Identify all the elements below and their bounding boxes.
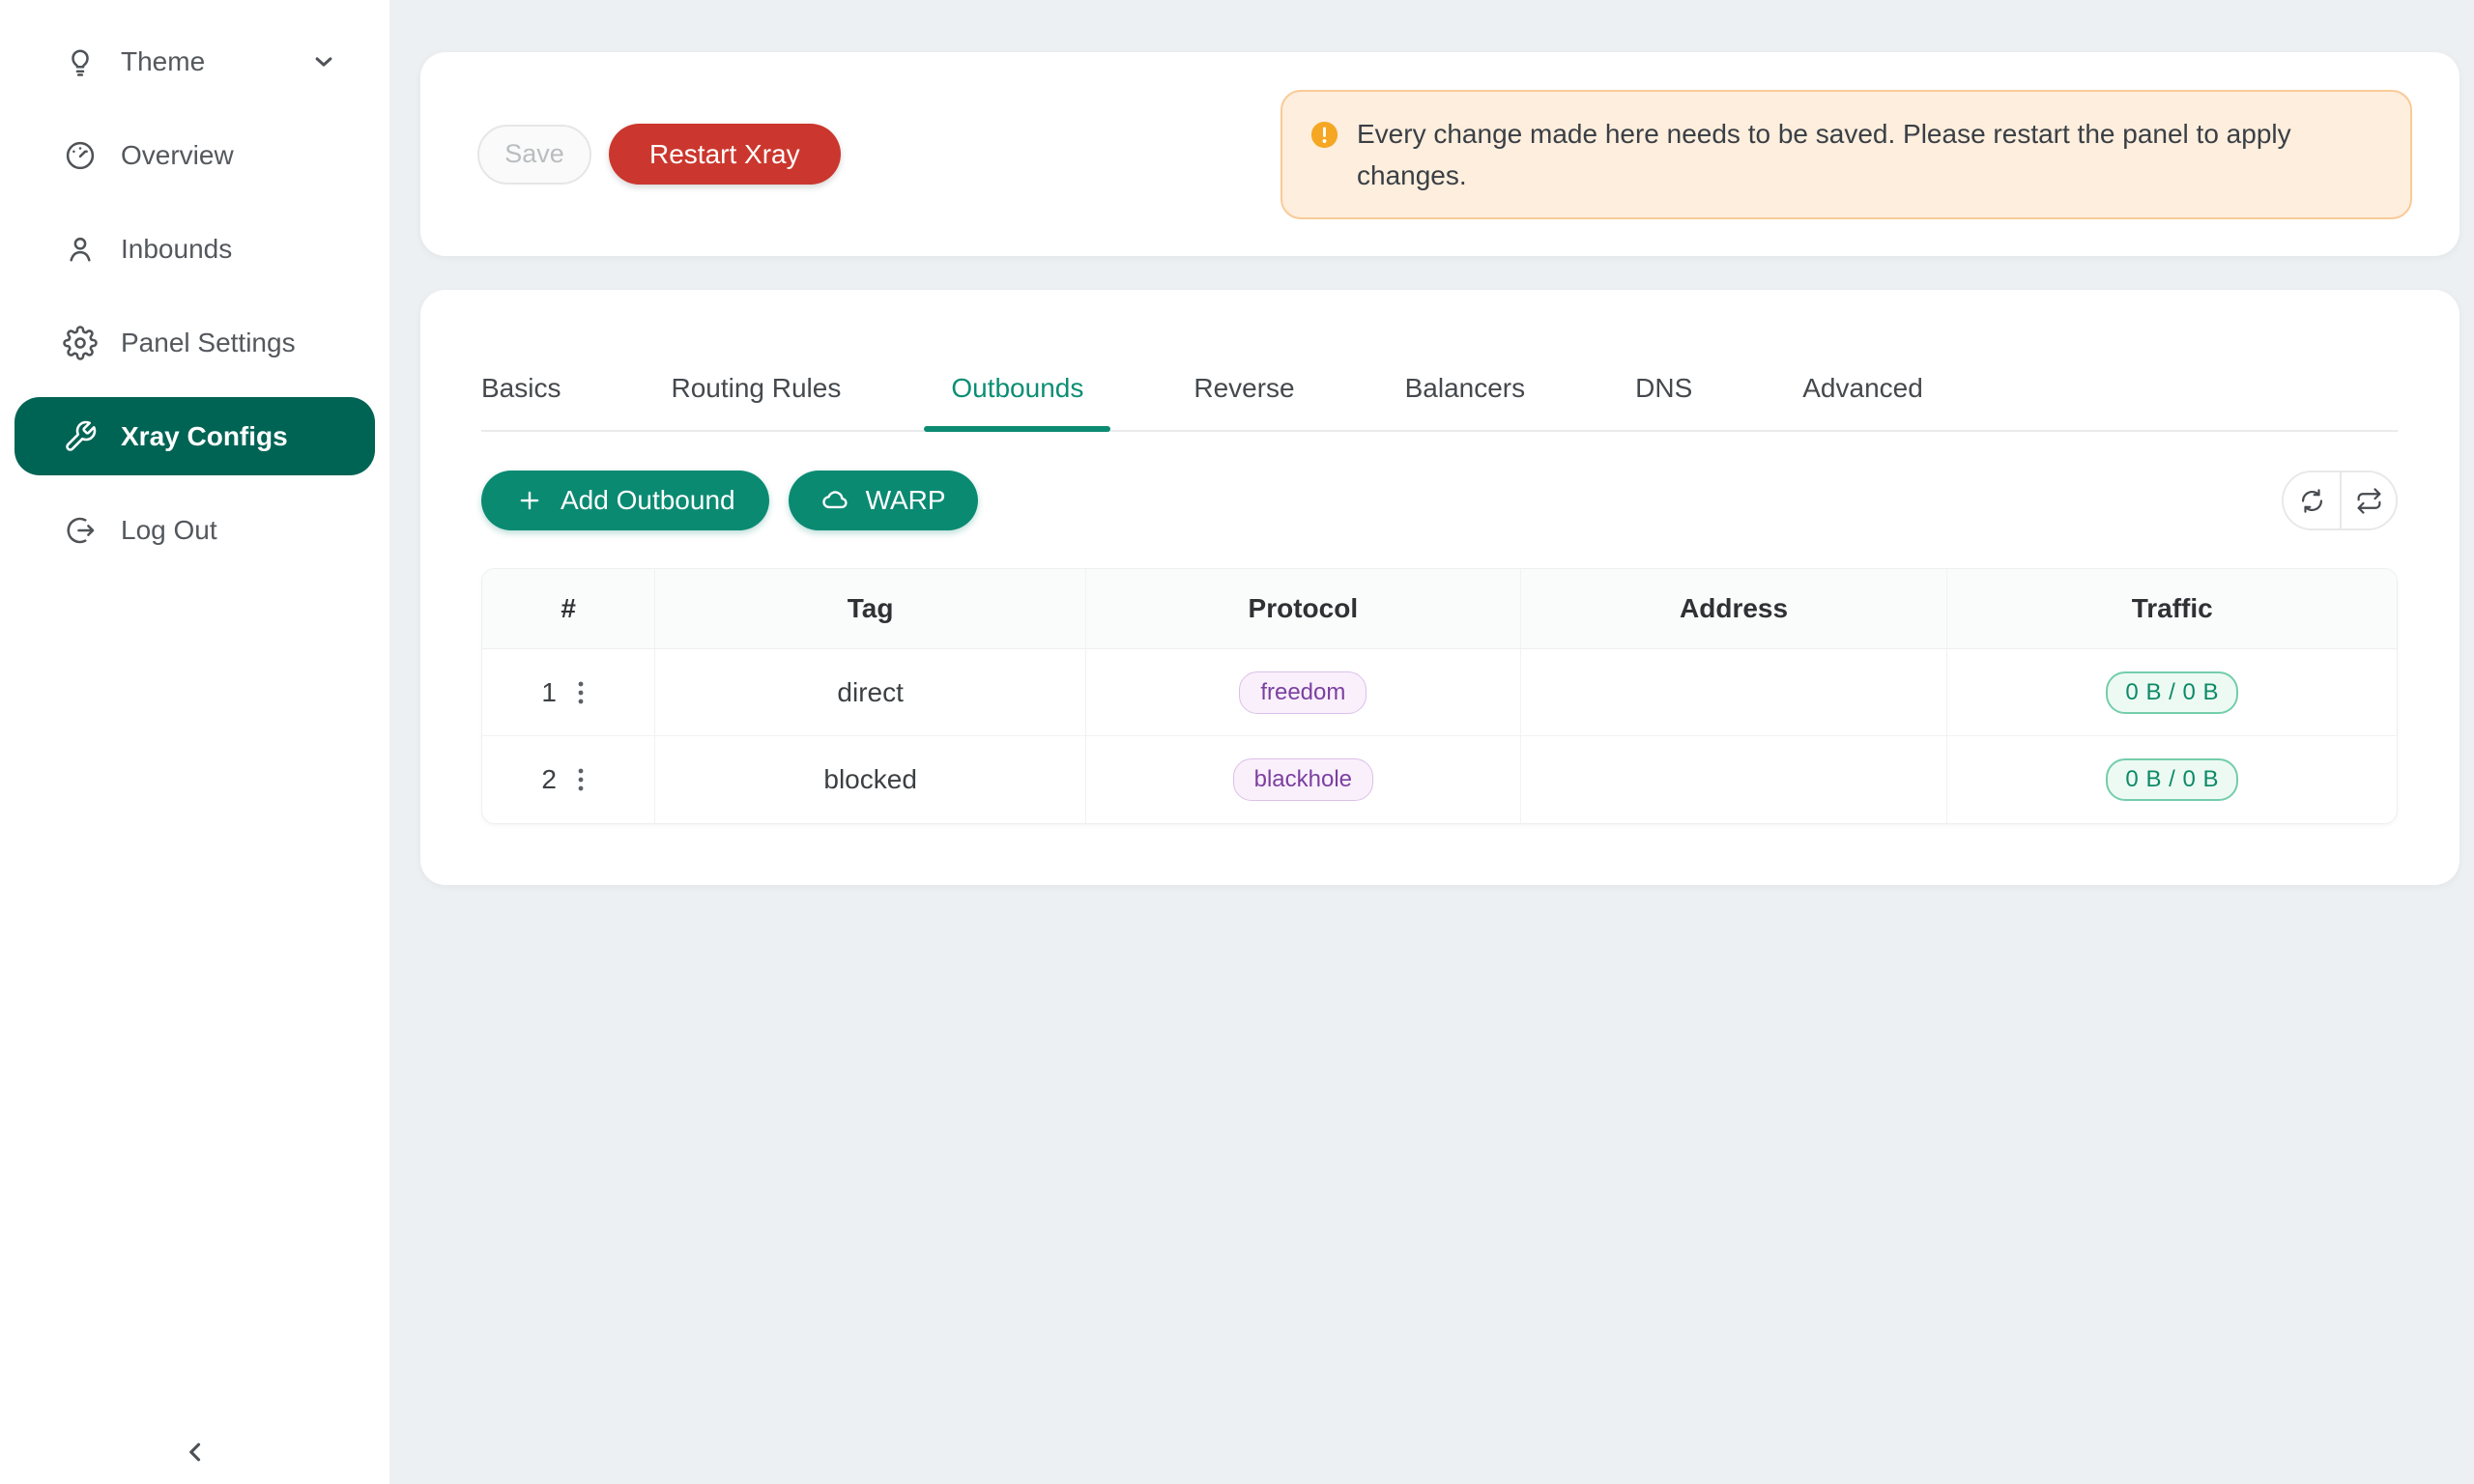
refresh-icon [2298,487,2326,515]
protocol-badge: blackhole [1233,758,1373,801]
column-header-traffic: Traffic [1946,569,2397,649]
save-button[interactable]: Save [477,125,591,185]
table-row: 2 blocked blackhole 0 B / 0 B [482,736,2397,823]
sidebar-collapse-button[interactable] [0,1436,389,1469]
alert-text: Every change made here needs to be saved… [1357,113,2333,196]
table-header-row: # Tag Protocol Address Traffic [482,569,2397,649]
sidebar-item-overview[interactable]: Overview [14,116,375,194]
chevron-down-icon [309,47,338,76]
row-index: 1 [541,677,557,708]
traffic-badge: 0 B / 0 B [2106,758,2238,801]
protocol-badge: freedom [1239,671,1366,714]
add-outbound-button[interactable]: Add Outbound [481,471,769,530]
tag-cell: direct [654,649,1085,736]
user-icon [63,232,98,267]
sidebar-item-label: Xray Configs [121,421,288,452]
tab-outbounds[interactable]: Outbounds [951,373,1083,430]
lightbulb-icon [63,44,98,79]
table-row: 1 direct freedom 0 B / 0 B [482,649,2397,736]
sidebar-nav: Theme Overview Inbounds Panel Settings [0,0,389,569]
sidebar: Theme Overview Inbounds Panel Settings [0,0,389,1484]
chevron-left-icon [179,1436,212,1469]
add-outbound-label: Add Outbound [561,485,735,516]
tab-dns[interactable]: DNS [1635,373,1692,430]
sidebar-item-label: Theme [121,46,205,77]
row-menu-trigger[interactable] [566,674,595,711]
warning-alert: Every change made here needs to be saved… [1280,90,2412,219]
sidebar-item-theme[interactable]: Theme [14,22,375,100]
tag-cell: blocked [654,736,1085,823]
address-cell [1520,736,1947,823]
sidebar-item-label: Inbounds [121,234,232,265]
outbounds-table: # Tag Protocol Address Traffic 1 [481,568,2398,824]
sidebar-item-inbounds[interactable]: Inbounds [14,210,375,288]
warp-label: WARP [866,485,946,516]
column-header-index: # [482,569,654,649]
repeat-icon [2355,487,2383,515]
main-content: Save Restart Xray Every change made here… [389,0,2474,1484]
outbounds-toolbar: Add Outbound WARP [481,471,2398,530]
toolbar-card: Save Restart Xray Every change made here… [420,52,2460,256]
tab-basics[interactable]: Basics [481,373,561,430]
row-menu-trigger[interactable] [566,761,595,798]
sidebar-item-label: Overview [121,140,234,171]
row-index: 2 [541,764,557,795]
refresh-button[interactable] [2284,472,2340,528]
vertical-dots-icon [568,763,593,796]
column-header-protocol: Protocol [1085,569,1520,649]
sidebar-item-label: Panel Settings [121,328,296,358]
restart-xray-button[interactable]: Restart Xray [609,124,841,185]
exclamation-circle-icon [1309,120,1339,150]
tab-bar: Basics Routing Rules Outbounds Reverse B… [481,290,2398,432]
tab-advanced[interactable]: Advanced [1802,373,1923,430]
wrench-icon [63,419,98,454]
sidebar-item-panel-settings[interactable]: Panel Settings [14,303,375,382]
gauge-icon [63,138,98,173]
sidebar-item-label: Log Out [121,515,217,546]
plus-icon [515,486,544,515]
xray-configs-card: Basics Routing Rules Outbounds Reverse B… [420,290,2460,885]
cloud-icon [820,486,849,515]
traffic-badge: 0 B / 0 B [2106,671,2238,714]
tab-reverse[interactable]: Reverse [1194,373,1294,430]
vertical-dots-icon [568,676,593,709]
address-cell [1520,649,1947,736]
tab-balancers[interactable]: Balancers [1405,373,1526,430]
column-header-tag: Tag [654,569,1085,649]
table-action-group [2282,471,2398,530]
sidebar-item-xray-configs[interactable]: Xray Configs [14,397,375,475]
tab-routing-rules[interactable]: Routing Rules [671,373,841,430]
gear-icon [63,326,98,360]
logout-icon [63,513,98,548]
column-header-address: Address [1520,569,1947,649]
warp-button[interactable]: WARP [789,471,978,530]
sidebar-item-log-out[interactable]: Log Out [14,491,375,569]
reset-traffic-button[interactable] [2340,472,2396,528]
